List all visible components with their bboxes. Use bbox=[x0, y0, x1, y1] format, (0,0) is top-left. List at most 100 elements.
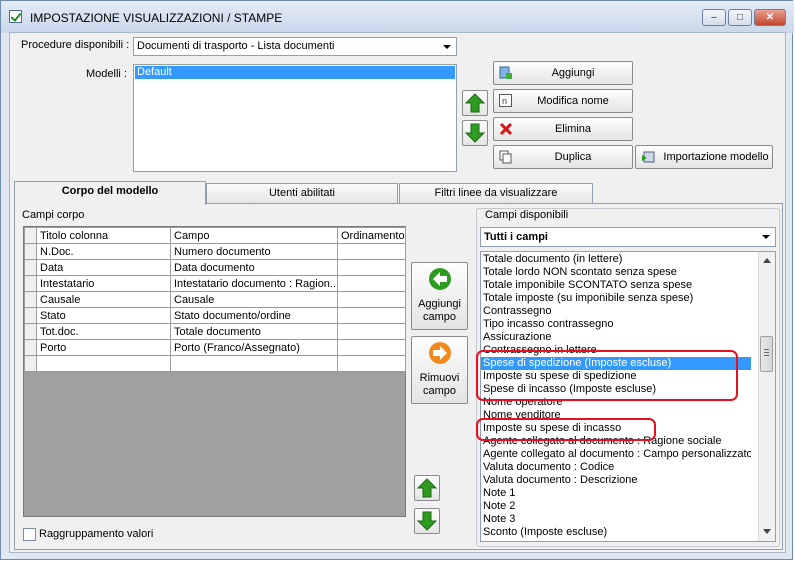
table-row-new[interactable] bbox=[24, 355, 406, 372]
maximize-button[interactable]: □ bbox=[728, 9, 752, 26]
grouping-checkbox[interactable] bbox=[23, 528, 36, 541]
available-field-item[interactable]: Totale imposte (su imponibile senza spes… bbox=[481, 292, 751, 305]
models-listbox[interactable]: Default bbox=[133, 64, 457, 172]
scroll-up-icon[interactable] bbox=[763, 258, 771, 263]
models-label: Modelli : bbox=[86, 68, 127, 80]
available-field-item[interactable]: Tipo incasso contrassegno bbox=[481, 318, 751, 331]
available-field-item[interactable]: Note 2 bbox=[481, 500, 751, 513]
cell-field[interactable]: Porto (Franco/Assegnato) bbox=[170, 339, 338, 356]
cell-ordering[interactable] bbox=[337, 243, 406, 260]
available-field-item[interactable]: Assicurazione bbox=[481, 331, 751, 344]
available-field-item[interactable]: Note 3 bbox=[481, 513, 751, 526]
cell-field[interactable] bbox=[170, 355, 338, 372]
row-selector[interactable] bbox=[24, 259, 37, 276]
row-selector[interactable] bbox=[24, 355, 37, 372]
column-header-title[interactable]: Titolo colonna bbox=[36, 227, 171, 244]
row-selector[interactable] bbox=[24, 323, 37, 340]
table-row[interactable]: Stato Stato documento/ordine bbox=[24, 307, 406, 324]
move-model-up-button[interactable] bbox=[462, 90, 488, 116]
cell-ordering[interactable] bbox=[337, 275, 406, 292]
cell-field[interactable]: Numero documento bbox=[170, 243, 338, 260]
delete-icon bbox=[499, 122, 513, 136]
cell-title[interactable]: Data bbox=[36, 259, 171, 276]
minimize-button[interactable]: – bbox=[702, 9, 726, 26]
available-field-item[interactable]: Agente collegato al documento : Campo pe… bbox=[481, 448, 751, 461]
scroll-down-icon[interactable] bbox=[763, 529, 771, 534]
import-icon bbox=[642, 151, 655, 163]
available-fields-scrollbar[interactable] bbox=[758, 252, 775, 541]
available-field-item[interactable]: Sconto (Imposte escluse) bbox=[481, 526, 751, 539]
row-selector[interactable] bbox=[24, 291, 37, 308]
cell-field[interactable]: Intestatario documento : Ragion... bbox=[170, 275, 338, 292]
rename-model-label: Modifica nome bbox=[537, 95, 609, 107]
column-header-ordering[interactable]: Ordinamento bbox=[337, 227, 406, 244]
cell-field[interactable]: Causale bbox=[170, 291, 338, 308]
add-model-button[interactable]: Aggiungi bbox=[493, 61, 633, 85]
grid-header-row: Titolo colonna Campo Ordinamento bbox=[24, 227, 406, 244]
available-fields-filter-value: Tutti i campi bbox=[484, 231, 548, 243]
cell-ordering[interactable] bbox=[337, 355, 406, 372]
cell-ordering[interactable] bbox=[337, 323, 406, 340]
rename-model-button[interactable]: n Modifica nome bbox=[493, 89, 633, 113]
cell-title[interactable]: Causale bbox=[36, 291, 171, 308]
tab-enabled-users[interactable]: Utenti abilitati bbox=[206, 183, 398, 203]
table-row[interactable]: Data Data documento bbox=[24, 259, 406, 276]
available-field-item[interactable]: Totale documento (in lettere) bbox=[481, 253, 751, 266]
body-fields-label: Campi corpo bbox=[22, 209, 85, 221]
available-field-item[interactable]: Totale lordo NON scontato senza spese bbox=[481, 266, 751, 279]
move-field-up-button[interactable] bbox=[414, 475, 440, 501]
move-field-down-button[interactable] bbox=[414, 508, 440, 534]
add-document-icon bbox=[499, 66, 512, 79]
close-button[interactable]: ✕ bbox=[754, 9, 786, 26]
move-model-down-button[interactable] bbox=[462, 120, 488, 146]
delete-model-label: Elimina bbox=[554, 123, 592, 135]
cell-ordering[interactable] bbox=[337, 307, 406, 324]
cell-field[interactable]: Totale documento bbox=[170, 323, 338, 340]
procedures-combo[interactable]: Documenti di trasporto - Lista documenti bbox=[133, 37, 457, 56]
cell-title[interactable]: N.Doc. bbox=[36, 243, 171, 260]
window-title: IMPOSTAZIONE VISUALIZZAZIONI / STAMPE bbox=[30, 11, 283, 25]
available-fields-filter-combo[interactable]: Tutti i campi bbox=[480, 227, 776, 247]
add-field-button[interactable]: Aggiungi campo bbox=[411, 262, 468, 330]
available-field-item[interactable]: Note 1 bbox=[481, 487, 751, 500]
grid-row-header bbox=[24, 227, 37, 244]
cell-title[interactable]: Intestatario bbox=[36, 275, 171, 292]
duplicate-model-button[interactable]: Duplica bbox=[493, 145, 633, 169]
column-header-field[interactable]: Campo bbox=[170, 227, 338, 244]
tab-model-body[interactable]: Corpo del modello bbox=[14, 181, 206, 205]
models-list-item[interactable]: Default bbox=[135, 66, 455, 79]
delete-model-button[interactable]: Elimina bbox=[493, 117, 633, 141]
available-field-item[interactable]: Valuta documento : Codice bbox=[481, 461, 751, 474]
cell-ordering[interactable] bbox=[337, 291, 406, 308]
import-model-label: Importazione modello bbox=[663, 151, 769, 163]
row-selector[interactable] bbox=[24, 243, 37, 260]
available-field-item[interactable]: Totale imponibile SCONTATO senza spese bbox=[481, 279, 751, 292]
add-model-label: Aggiungi bbox=[551, 67, 595, 79]
row-selector[interactable] bbox=[24, 339, 37, 356]
cell-field[interactable]: Data documento bbox=[170, 259, 338, 276]
available-field-item[interactable]: Valuta documento : Descrizione bbox=[481, 474, 751, 487]
scroll-thumb[interactable] bbox=[760, 336, 773, 372]
available-field-item[interactable]: Contrassegno bbox=[481, 305, 751, 318]
row-selector[interactable] bbox=[24, 307, 37, 324]
highlight-box-collection-taxes bbox=[476, 418, 656, 441]
arrow-up-icon bbox=[416, 478, 438, 498]
table-row[interactable]: Intestatario Intestatario documento : Ra… bbox=[24, 275, 406, 292]
remove-field-button[interactable]: Rimuovi campo bbox=[411, 336, 468, 404]
cell-field[interactable]: Stato documento/ordine bbox=[170, 307, 338, 324]
cell-title[interactable]: Stato bbox=[36, 307, 171, 324]
table-row[interactable]: Tot.doc. Totale documento bbox=[24, 323, 406, 340]
table-row[interactable]: Causale Causale bbox=[24, 291, 406, 308]
table-row[interactable]: Porto Porto (Franco/Assegnato) bbox=[24, 339, 406, 356]
table-row[interactable]: N.Doc. Numero documento bbox=[24, 243, 406, 260]
body-fields-grid[interactable]: Titolo colonna Campo Ordinamento N.Doc. … bbox=[23, 226, 406, 517]
tab-line-filters[interactable]: Filtri linee da visualizzare bbox=[399, 183, 593, 203]
cell-title[interactable] bbox=[36, 355, 171, 372]
import-model-button[interactable]: Importazione modello bbox=[635, 145, 773, 169]
cell-ordering[interactable] bbox=[337, 339, 406, 356]
cell-ordering[interactable] bbox=[337, 259, 406, 276]
title-bar: IMPOSTAZIONE VISUALIZZAZIONI / STAMPE – … bbox=[1, 1, 794, 33]
cell-title[interactable]: Tot.doc. bbox=[36, 323, 171, 340]
cell-title[interactable]: Porto bbox=[36, 339, 171, 356]
row-selector[interactable] bbox=[24, 275, 37, 292]
